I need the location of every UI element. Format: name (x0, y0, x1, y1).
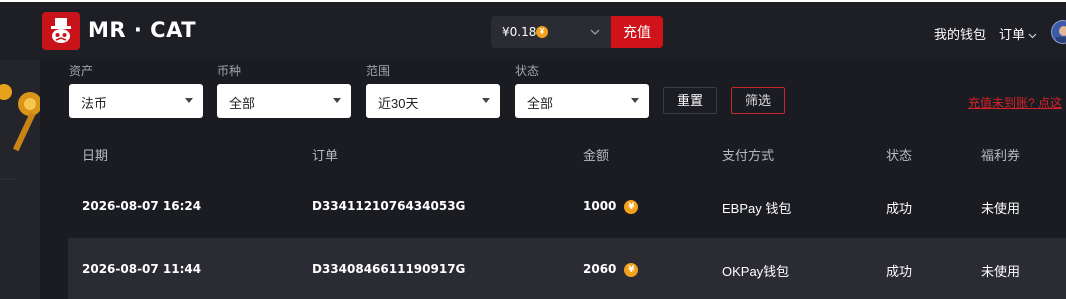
chevron-down-icon (590, 29, 600, 35)
status-filter-label: 状态 (515, 64, 540, 78)
row-order-id[interactable]: D3341121076434053G (312, 199, 465, 213)
column-header-amount: 金额 (583, 148, 610, 163)
dropdown-arrow-icon (185, 98, 193, 103)
row-amount-value: 1000 (583, 199, 617, 213)
chevron-down-icon (1028, 33, 1037, 39)
row-amount: 2060 ¥ (583, 262, 639, 277)
asset-select-value: 法币 (81, 96, 108, 111)
recharge-button[interactable]: 充值 (611, 16, 663, 48)
row-coupon: 未使用 (981, 201, 1021, 216)
asset-select[interactable]: 法币 (69, 84, 203, 118)
column-header-status: 状态 (886, 148, 913, 163)
brand-name[interactable]: MR · CAT (88, 18, 196, 42)
user-avatar-icon (1056, 26, 1066, 43)
cat-hat-logo-icon (51, 18, 71, 43)
orders-table: 日期 订单 金额 支付方式 状态 福利券 2026-08-07 16:24 D3… (68, 130, 1066, 299)
row-date: 2026-08-07 16:24 (82, 199, 202, 213)
range-filter-label: 范围 (366, 64, 391, 78)
status-select[interactable]: 全部 (515, 84, 649, 118)
nav-orders-label: 订单 (999, 27, 1026, 42)
dropdown-arrow-icon (631, 98, 639, 103)
table-row[interactable]: 2026-08-07 11:44 D3340846611190917G 2060… (68, 238, 1066, 299)
row-coupon: 未使用 (981, 264, 1021, 279)
asset-filter-label: 资产 (69, 64, 94, 78)
column-header-order: 订单 (312, 148, 339, 163)
balance-value: ¥0.18 (502, 25, 537, 39)
balance-selector[interactable]: ¥0.18 ¥ (491, 16, 611, 48)
row-status: 成功 (886, 201, 913, 216)
currency-select[interactable]: 全部 (217, 84, 351, 118)
top-navbar: MR · CAT ¥0.18 ¥ 充值 我的钱包 订单 (0, 0, 1066, 60)
row-amount: 1000 ¥ (583, 199, 639, 214)
filter-button[interactable]: 筛选 (731, 87, 785, 114)
nav-my-wallet[interactable]: 我的钱包 (934, 24, 986, 43)
row-order-id[interactable]: D3340846611190917G (312, 262, 465, 276)
row-payment-method: OKPay钱包 (722, 264, 790, 279)
dropdown-arrow-icon (333, 98, 341, 103)
column-header-payment-method: 支付方式 (722, 148, 775, 163)
range-select[interactable]: 近30天 (366, 84, 500, 118)
column-header-coupon: 福利券 (981, 148, 1021, 163)
golden-scepter-icon (0, 84, 40, 238)
recharge-not-arrived-link[interactable]: 充值未到账? 点这 (968, 94, 1062, 111)
brand-logo[interactable] (42, 12, 80, 50)
row-date: 2026-08-07 11:44 (82, 262, 202, 276)
yuan-coin-icon: ¥ (536, 26, 548, 38)
table-row[interactable]: 2026-08-07 16:24 D3341121076434053G 1000… (68, 175, 1066, 238)
row-amount-value: 2060 (583, 262, 617, 276)
yuan-coin-icon: ¥ (624, 199, 639, 214)
currency-select-value: 全部 (229, 96, 256, 111)
side-decoration (0, 60, 40, 299)
dropdown-arrow-icon (482, 98, 490, 103)
status-select-value: 全部 (527, 96, 554, 111)
nav-orders[interactable]: 订单 (999, 24, 1037, 43)
reset-button[interactable]: 重置 (663, 87, 717, 114)
row-status: 成功 (886, 264, 913, 279)
column-header-date: 日期 (82, 148, 109, 163)
row-payment-method: EBPay 钱包 (722, 201, 792, 216)
user-avatar[interactable] (1051, 20, 1066, 44)
yuan-coin-icon: ¥ (624, 262, 639, 277)
range-select-value: 近30天 (378, 96, 419, 111)
currency-filter-label: 币种 (217, 64, 242, 78)
